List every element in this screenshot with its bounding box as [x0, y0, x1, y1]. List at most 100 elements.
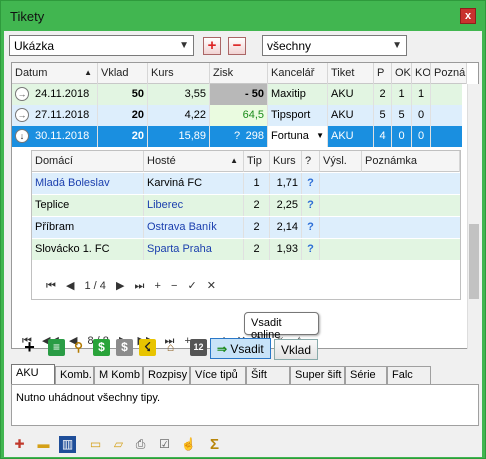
bet-online-button[interactable]: ⇒ Vsadit — [210, 338, 271, 359]
tickets-scrollbar[interactable] — [467, 84, 479, 349]
cell-p: 4 — [374, 126, 392, 147]
col-domaci[interactable]: Domácí — [32, 151, 144, 172]
cell-kurs: 2,25 — [270, 195, 302, 216]
home-icon[interactable]: ⌂ — [162, 339, 179, 356]
tab-super-sift[interactable]: Super šift — [290, 366, 345, 384]
print-icon[interactable]: ⎙ — [132, 436, 149, 453]
arrow-down-circle-icon: ↓ — [15, 129, 29, 143]
delete-record-button[interactable]: − — [171, 280, 177, 292]
cell-hoste: Karviná FC — [144, 173, 244, 194]
ticket-row-selected[interactable]: ↓ 30.11.2018 20 15,89 ? 298 Fortuna ▼ AK… — [12, 126, 462, 147]
match-row[interactable]: Slovácko 1. FC Sparta Praha 2 1,93 ? — [32, 239, 460, 260]
match-row[interactable]: Teplice Liberec 2 2,25 ? — [32, 195, 460, 216]
col-kurs[interactable]: Kurs — [270, 151, 302, 172]
tab-komb[interactable]: Komb. — [55, 366, 94, 384]
col-hoste[interactable]: Hosté ▲ — [144, 151, 244, 172]
col-kancelar[interactable]: Kancelář — [268, 63, 328, 84]
template-select[interactable]: Ukázka ▼ — [9, 35, 194, 56]
matches-header: Domácí Hosté ▲ Tip Kurs ? Výsl. Poznámka — [32, 151, 460, 172]
col-ko[interactable]: KO — [412, 63, 431, 84]
matches-navigator: ⏮ ◀ 1 / 4 ▶ ⏭ + − ✓ ✕ — [46, 279, 223, 297]
col-p[interactable]: P — [374, 63, 392, 84]
cell-ok: 5 — [392, 105, 412, 126]
cell-ko: 1 — [412, 84, 431, 105]
col-tip[interactable]: Tip — [244, 151, 270, 172]
tab-aku[interactable]: AKU — [11, 364, 55, 385]
col-poznamka[interactable]: Pozná — [431, 63, 467, 84]
tab-falc[interactable]: Falc — [387, 366, 431, 384]
col-tiket[interactable]: Tiket — [328, 63, 374, 84]
cell-kurs: 4,22 — [148, 105, 210, 126]
tab-panel-text: Nutno uhádnout všechny tipy. — [16, 392, 161, 404]
arrow-right-circle-icon: → — [15, 87, 29, 101]
col-vklad[interactable]: Vklad — [98, 63, 148, 84]
prev-record-button[interactable]: ◀ — [66, 279, 74, 292]
cell-hoste: Sparta Praha — [144, 239, 244, 260]
runner-icon[interactable]: ☇ — [139, 339, 156, 356]
sum-icon[interactable]: Σ — [206, 436, 223, 453]
tickets-grid: Datum ▲ Vklad Kurs Zisk Kancelář Tiket P … — [11, 62, 479, 349]
cell-vklad: 50 — [98, 84, 148, 105]
add-template-button[interactable]: + — [203, 37, 221, 55]
window-title: Tikety — [10, 9, 45, 24]
export-icon: ⇒ — [217, 342, 228, 356]
zisk-value: 298 — [245, 130, 264, 142]
cell-datum: 24.11.2018 — [32, 84, 98, 105]
cell-hoste: Ostrava Baník — [144, 217, 244, 238]
add-record-button[interactable]: + — [154, 280, 160, 292]
kancelar-dropdown[interactable]: Fortuna ▼ — [268, 126, 328, 147]
scrollbar-thumb[interactable] — [469, 224, 479, 299]
col-question[interactable]: ? — [302, 151, 320, 172]
match-row[interactable]: Mladá Boleslav Karviná FC 1 1,71 ? — [32, 173, 460, 194]
deposit-button[interactable]: Vklad — [274, 339, 319, 360]
question-icon: ? — [302, 173, 320, 194]
col-ok[interactable]: OK — [392, 63, 412, 84]
close-button[interactable]: x — [460, 8, 476, 24]
title-bar[interactable]: Tikety x — [1, 1, 485, 31]
tab-vice-tipu[interactable]: Více tipů — [190, 366, 246, 384]
tab-serie[interactable]: Série — [345, 366, 387, 384]
tikety-window: Tikety x Ukázka ▼ + − všechny ▼ Datum ▲ V… — [0, 0, 486, 459]
col-datum[interactable]: Datum ▲ — [12, 63, 98, 84]
next-record-button[interactable]: ▶ — [116, 279, 124, 292]
first-record-button[interactable]: ⏮ — [46, 280, 56, 293]
cell-datum: 27.11.2018 — [32, 105, 98, 126]
chevron-down-icon: ▼ — [179, 40, 189, 51]
money-gray-icon[interactable]: $ — [116, 339, 133, 356]
chart-icon[interactable]: ▥ — [59, 436, 76, 453]
tab-m-komb[interactable]: M Komb — [94, 366, 143, 384]
cell-vklad: 20 — [98, 126, 148, 147]
calendar-icon[interactable]: 12 — [190, 339, 207, 356]
col-zisk[interactable]: Zisk — [210, 63, 268, 84]
add-ticket-button[interactable]: + — [21, 338, 38, 356]
cell-kurs: 1,93 — [270, 239, 302, 260]
col-vysledek[interactable]: Výsl. — [320, 151, 362, 172]
tab-rozpisy[interactable]: Rozpisy — [143, 366, 190, 384]
col-poznamka[interactable]: Poznámka — [362, 151, 460, 172]
match-row[interactable]: Příbram Ostrava Baník 2 2,14 ? — [32, 217, 460, 238]
tab-sift[interactable]: Šift — [246, 366, 290, 384]
last-record-button[interactable]: ⏭ — [135, 280, 145, 293]
cell-p: 5 — [374, 105, 392, 126]
money-icon[interactable]: $ — [93, 339, 110, 356]
filter-select[interactable]: všechny ▼ — [262, 35, 407, 56]
post-record-button[interactable]: ✓ — [187, 279, 196, 292]
cell-tip: 2 — [244, 217, 270, 238]
cell-tiket: AKU — [328, 84, 374, 105]
folder-icon[interactable]: ▬ — [35, 436, 52, 453]
folder-open-icon[interactable]: ▱ — [110, 436, 127, 453]
cell-datum: 30.11.2018 — [32, 126, 98, 147]
remove-template-button[interactable]: − — [228, 37, 246, 55]
col-kurs[interactable]: Kurs — [148, 63, 210, 84]
search-icon[interactable]: ⚲ — [70, 339, 87, 356]
zisk-unknown-mark: ? — [234, 130, 241, 142]
checklist-icon[interactable]: ☑ — [156, 436, 173, 453]
add-star-icon[interactable]: ✚ — [11, 436, 28, 453]
ticket-row[interactable]: → 27.11.2018 20 4,22 64,5 Tipsport AKU 5… — [12, 105, 462, 126]
ticket-row[interactable]: → 24.11.2018 50 3,55 - 50 Maxitip AKU 2 … — [12, 84, 462, 105]
cancel-record-button[interactable]: ✕ — [207, 279, 216, 292]
hand-icon[interactable]: ☝ — [180, 436, 197, 453]
folders-icon[interactable]: ▭ — [87, 436, 104, 453]
cell-tip: 2 — [244, 239, 270, 260]
list-icon[interactable]: ≡ — [48, 339, 65, 356]
